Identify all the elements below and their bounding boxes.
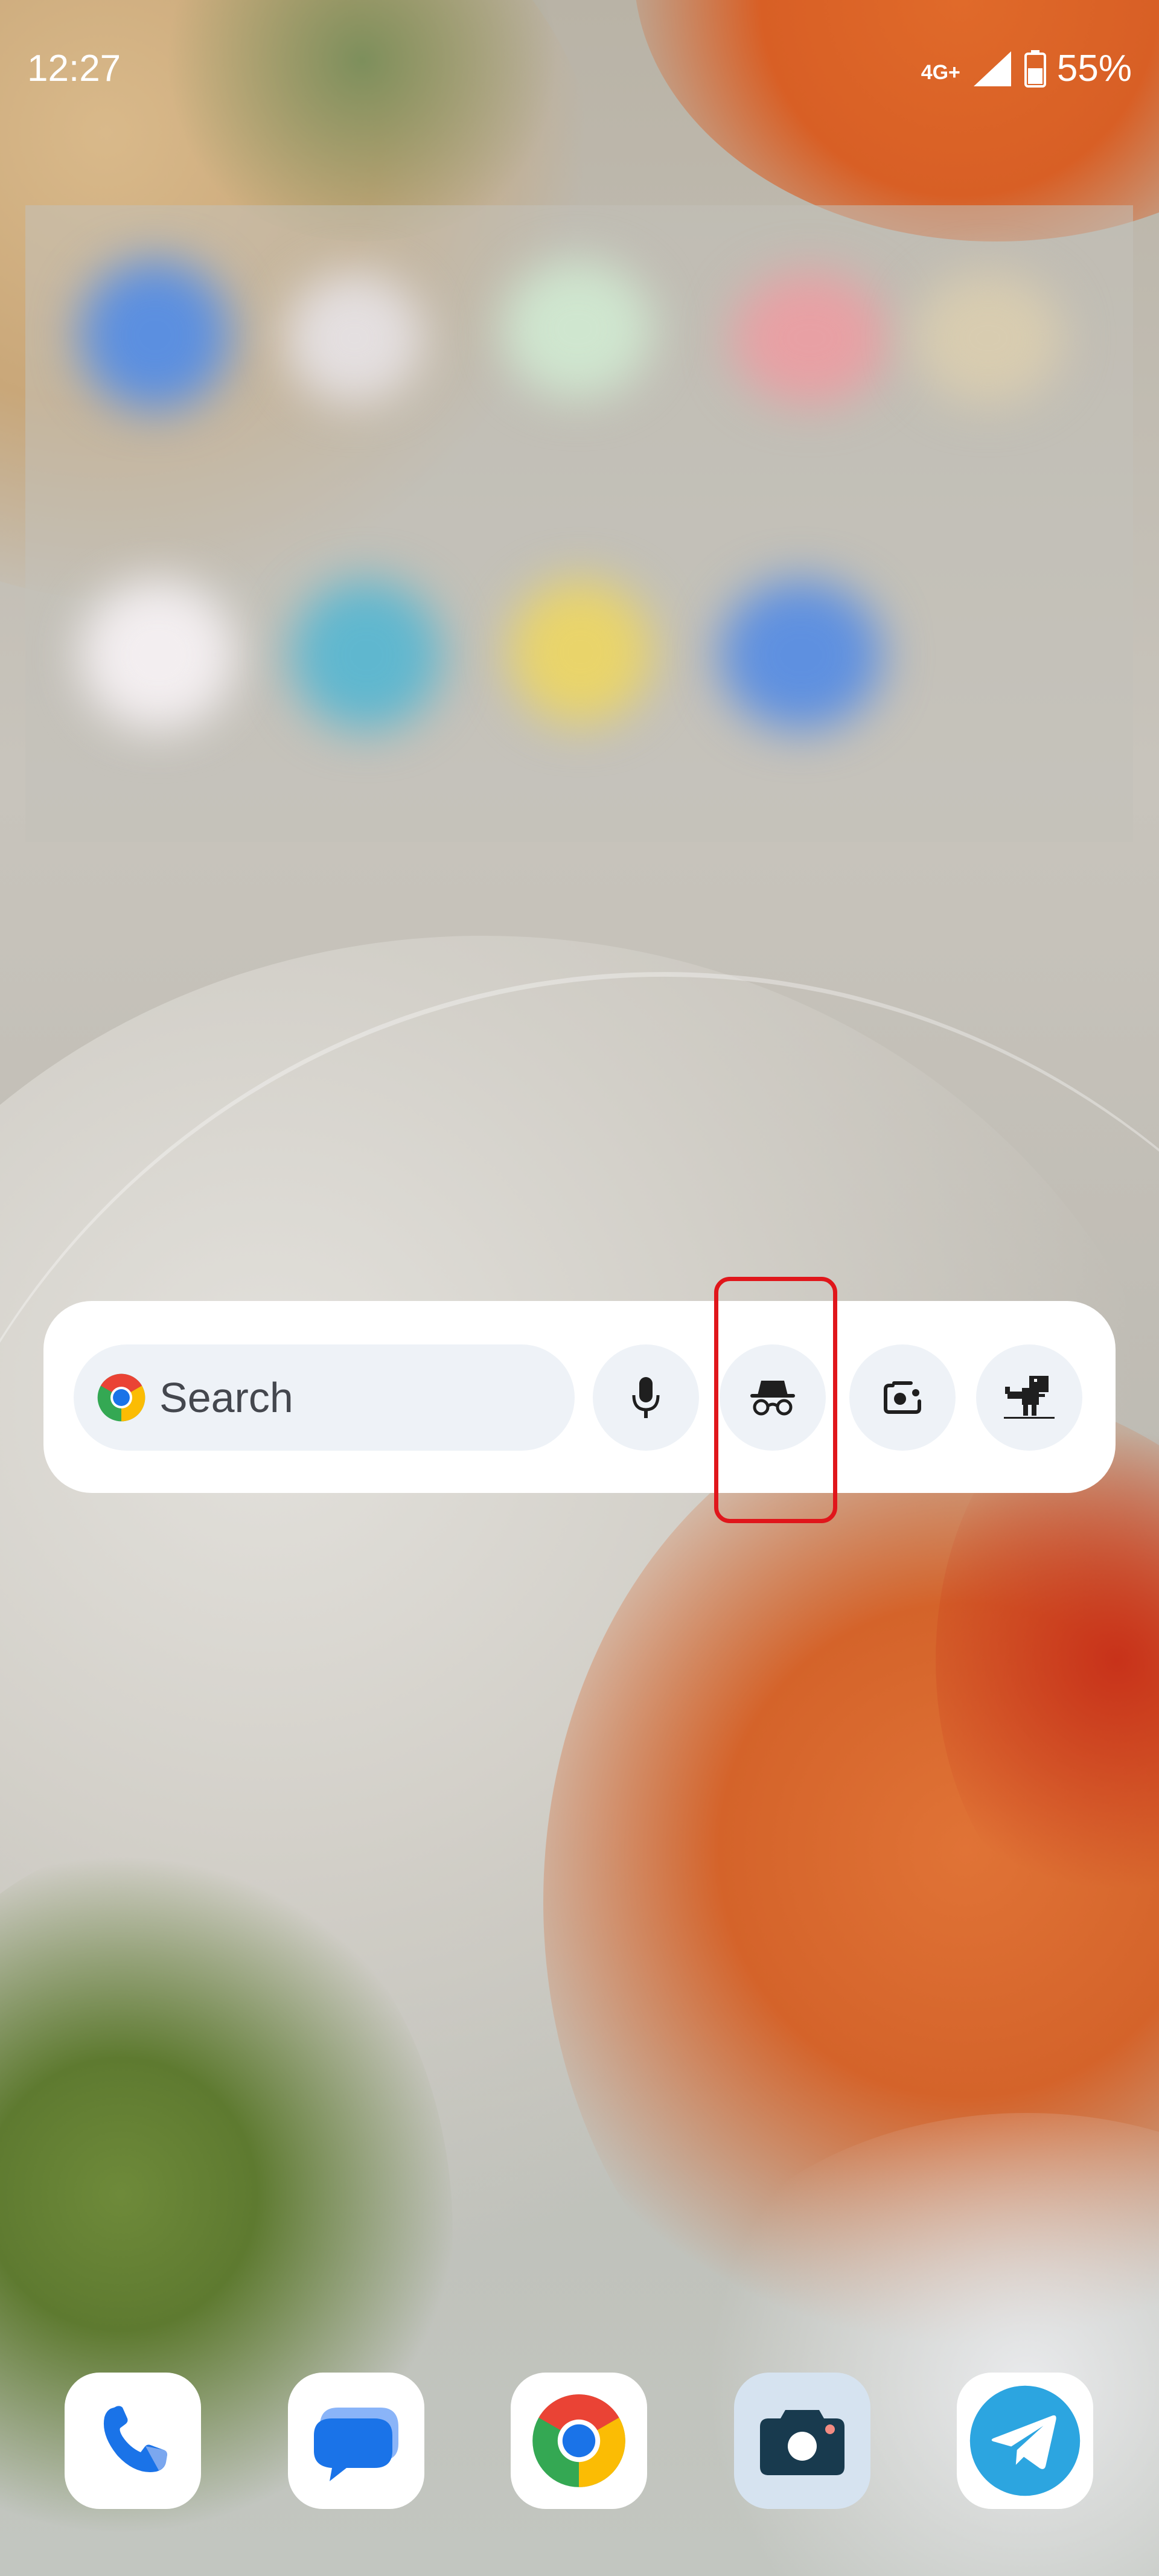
- dock-telegram-app[interactable]: [957, 2373, 1093, 2509]
- dinosaur-icon: [1004, 1376, 1055, 1419]
- dock-messages-app[interactable]: [288, 2373, 424, 2509]
- status-bar: 12:27 4G+ 55%: [0, 0, 1159, 145]
- camera-lens-icon: [884, 1381, 921, 1414]
- camera-icon: [760, 2410, 845, 2475]
- lens-button[interactable]: [849, 1344, 956, 1451]
- chrome-logo-icon: [97, 1373, 145, 1422]
- battery-icon: [1024, 50, 1046, 88]
- search-label: Search: [159, 1374, 293, 1421]
- search-widget: Search: [43, 1301, 1116, 1493]
- signal-icon: [973, 51, 1011, 86]
- status-icons: 4G+ 55%: [921, 47, 1132, 90]
- dock-chrome-app[interactable]: [511, 2373, 647, 2509]
- phone-icon: [103, 2406, 167, 2472]
- blurred-widget[interactable]: [25, 205, 1133, 842]
- status-time: 12:27: [27, 48, 121, 89]
- dock-phone-app[interactable]: [65, 2373, 201, 2509]
- messages-icon: [314, 2408, 398, 2481]
- voice-search-button[interactable]: [593, 1344, 699, 1451]
- microphone-icon: [632, 1377, 660, 1418]
- network-type-label: 4G+: [921, 61, 960, 84]
- search-bar[interactable]: Search: [74, 1344, 575, 1451]
- dock-camera-app[interactable]: [734, 2373, 870, 2509]
- dino-game-button[interactable]: [976, 1344, 1082, 1451]
- highlight-frame: [714, 1277, 837, 1523]
- telegram-icon: [969, 2385, 1081, 2496]
- battery-percent: 55%: [1056, 48, 1132, 89]
- chrome-icon: [532, 2394, 625, 2487]
